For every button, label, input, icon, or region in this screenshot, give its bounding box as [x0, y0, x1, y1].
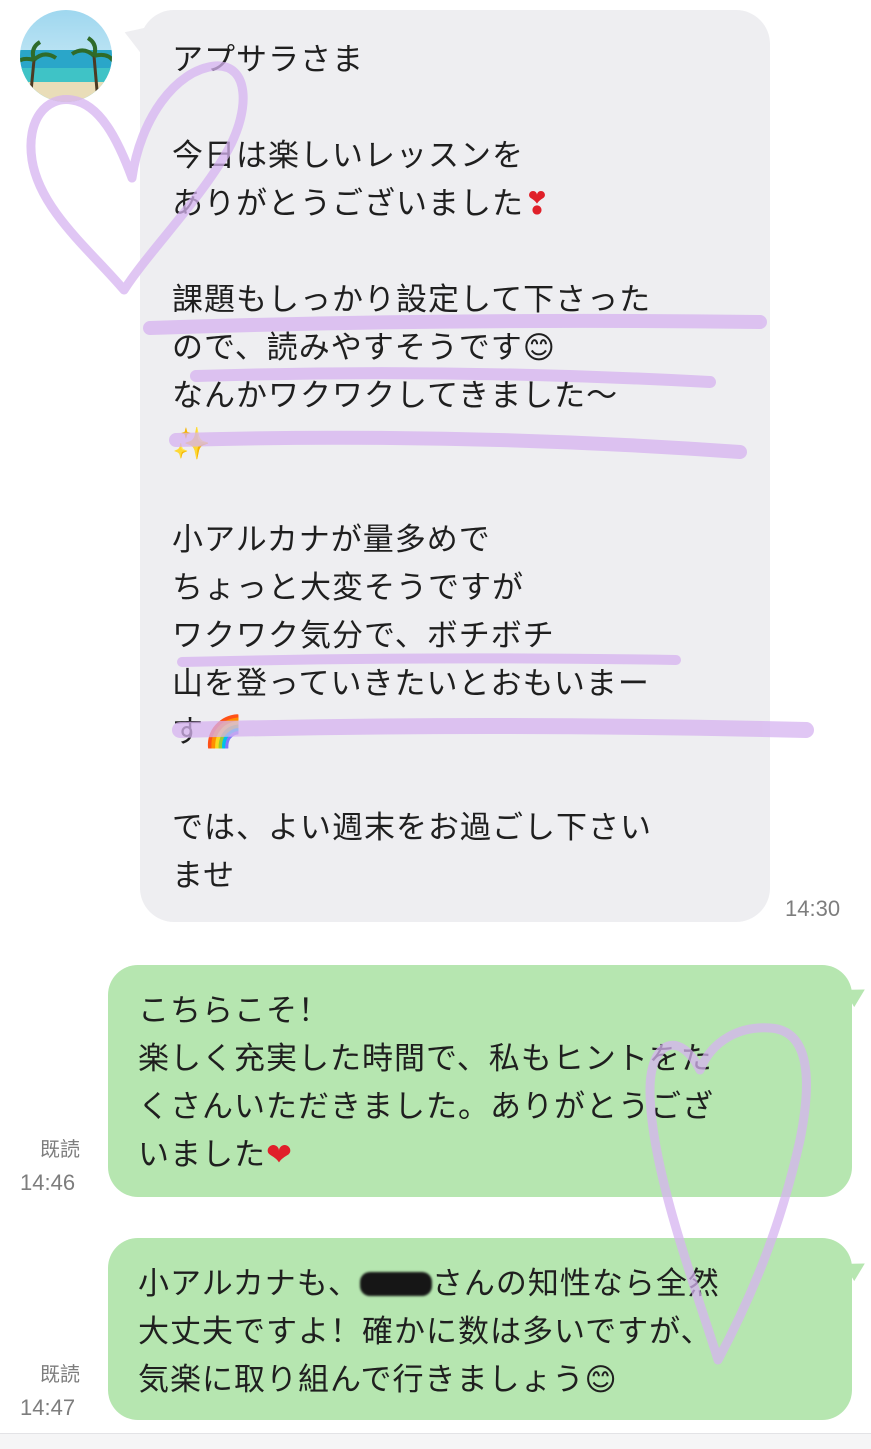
message-line: ませ — [172, 858, 236, 894]
outgoing-timestamp: 14:47 — [20, 1395, 76, 1420]
message-line: 山を登っていきたいとおもいまー — [172, 666, 650, 702]
message-line: す — [172, 714, 204, 750]
incoming-message-bubble[interactable]: アプサラさま 今日は楽しいレッスンを ありがとうございました❣ 課題もしっかり設… — [140, 10, 770, 922]
message-line: 今日は楽しいレッスンを — [172, 138, 524, 174]
message-line: ワクワク気分で、ボチボチ — [172, 618, 555, 654]
message-line: 大丈夫ですよ！確かに数は多いですが、 — [138, 1314, 713, 1350]
message-line: では、よい週末をお過ごし下さい — [172, 810, 652, 846]
heart-icon: ❤ — [266, 1137, 293, 1173]
bottom-bar — [0, 1433, 871, 1449]
outgoing-message-bubble[interactable]: 小アルカナも、 さんの知性なら全然 大丈夫ですよ！確かに数は多いですが、 気楽に取… — [108, 1238, 852, 1420]
beach-avatar-icon — [20, 10, 112, 102]
message-line: ありがとうございました — [172, 186, 524, 222]
message-text: 小アルカナも、 — [138, 1266, 360, 1302]
message-line: 楽しく充実した時間で、私もヒントをた — [138, 1041, 713, 1077]
read-receipt: 既読 — [40, 1362, 80, 1386]
outgoing-timestamp: 14:46 — [20, 1170, 76, 1195]
incoming-timestamp: 14:30 — [785, 896, 841, 921]
message-line: なんかワクワクしてきました〜 — [172, 378, 619, 414]
heart-exclamation-icon: ❣ — [524, 186, 551, 222]
message-line: こちらこそ！ — [138, 993, 330, 1029]
smile-emoji-icon: 😊 — [584, 1362, 618, 1398]
read-receipt: 既読 — [40, 1137, 80, 1161]
rainbow-emoji-icon: 🌈 — [204, 714, 244, 750]
message-line: 小アルカナが量多めで — [172, 522, 491, 558]
message-line: ちょっと大変そうですが — [172, 570, 524, 606]
message-line: いました — [138, 1137, 266, 1173]
message-line: ので、読みやすそうです — [172, 330, 523, 366]
smile-emoji-icon: 😊 — [522, 330, 557, 366]
redacted-name — [359, 1272, 432, 1296]
outgoing-message-bubble[interactable]: こちらこそ！ 楽しく充実した時間で、私もヒントをた くさんいただきました。ありが… — [108, 965, 852, 1197]
sender-avatar[interactable] — [20, 10, 112, 102]
sparkles-emoji-icon: ✨ — [172, 426, 212, 462]
message-line: くさんいただきました。ありがとうござ — [138, 1089, 714, 1125]
message-line: 課題もしっかり設定して下さった — [172, 282, 652, 318]
message-line: アプサラさま — [172, 42, 364, 78]
message-line: 気楽に取り組んで行きましょう — [138, 1362, 585, 1398]
message-text: さんの知性なら全然 — [431, 1266, 720, 1302]
